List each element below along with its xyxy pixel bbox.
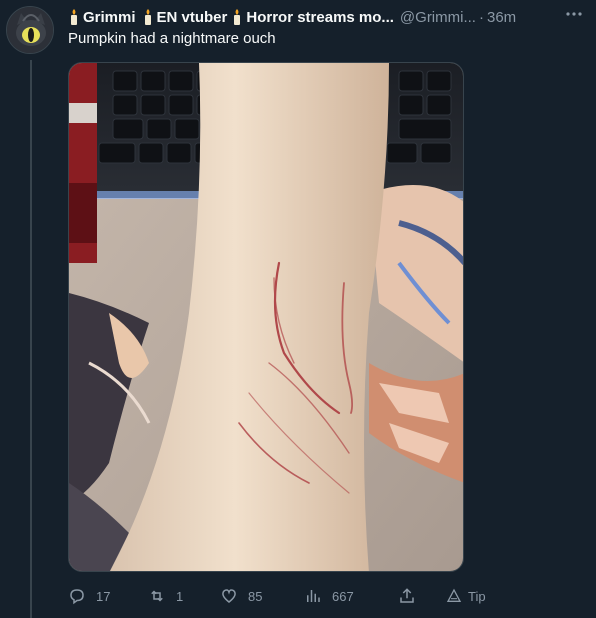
more-options-icon[interactable] xyxy=(562,6,586,26)
tweet[interactable]: Grimmi EN vtuber Horror streams mo... @G… xyxy=(0,0,596,618)
display-name-part-3: Horror streams mo... xyxy=(246,8,394,26)
retweet-count: 1 xyxy=(176,588,184,604)
like-icon xyxy=(222,589,236,603)
retweet-icon xyxy=(151,590,163,602)
reply-count: 17 xyxy=(96,588,111,604)
reply-icon xyxy=(70,589,84,605)
display-name-part-2: EN vtuber xyxy=(156,8,228,26)
retweet-button[interactable]: 1 xyxy=(148,587,183,605)
like-count: 85 xyxy=(248,588,263,604)
candle-emoji-icon xyxy=(144,9,151,25)
avatar[interactable] xyxy=(6,6,54,54)
candle-emoji-icon xyxy=(71,9,77,25)
like-button[interactable]: 85 xyxy=(220,587,262,605)
display-name[interactable]: Grimmi EN vtuber Horror streams mo... xyxy=(68,9,394,26)
views-button[interactable]: 667 xyxy=(304,587,354,605)
thread-line xyxy=(30,60,32,618)
separator-dot: · xyxy=(478,8,484,26)
share-icon xyxy=(400,588,414,603)
share-button[interactable] xyxy=(398,587,426,605)
tip-button[interactable]: Tip xyxy=(446,588,486,604)
candle-emoji-icon xyxy=(234,9,241,25)
display-name-part-1: Grimmi xyxy=(83,8,136,26)
tweet-text: Pumpkin had a nightmare ouch xyxy=(68,30,276,47)
tweet-photo[interactable] xyxy=(68,62,464,572)
reply-button[interactable]: 17 xyxy=(68,587,110,605)
timestamp[interactable]: 36m xyxy=(487,9,516,26)
photo-forearm-scratches xyxy=(69,63,463,571)
tweet-header: Grimmi EN vtuber Horror streams mo... @G… xyxy=(68,6,588,28)
views-count: 667 xyxy=(332,588,354,604)
tweet-actions: 17 1 85 667 Tip xyxy=(68,584,508,608)
user-handle[interactable]: @Grimmi... xyxy=(400,9,476,26)
tip-icon xyxy=(446,588,462,602)
views-icon xyxy=(307,590,320,602)
tip-label: Tip xyxy=(468,588,486,604)
